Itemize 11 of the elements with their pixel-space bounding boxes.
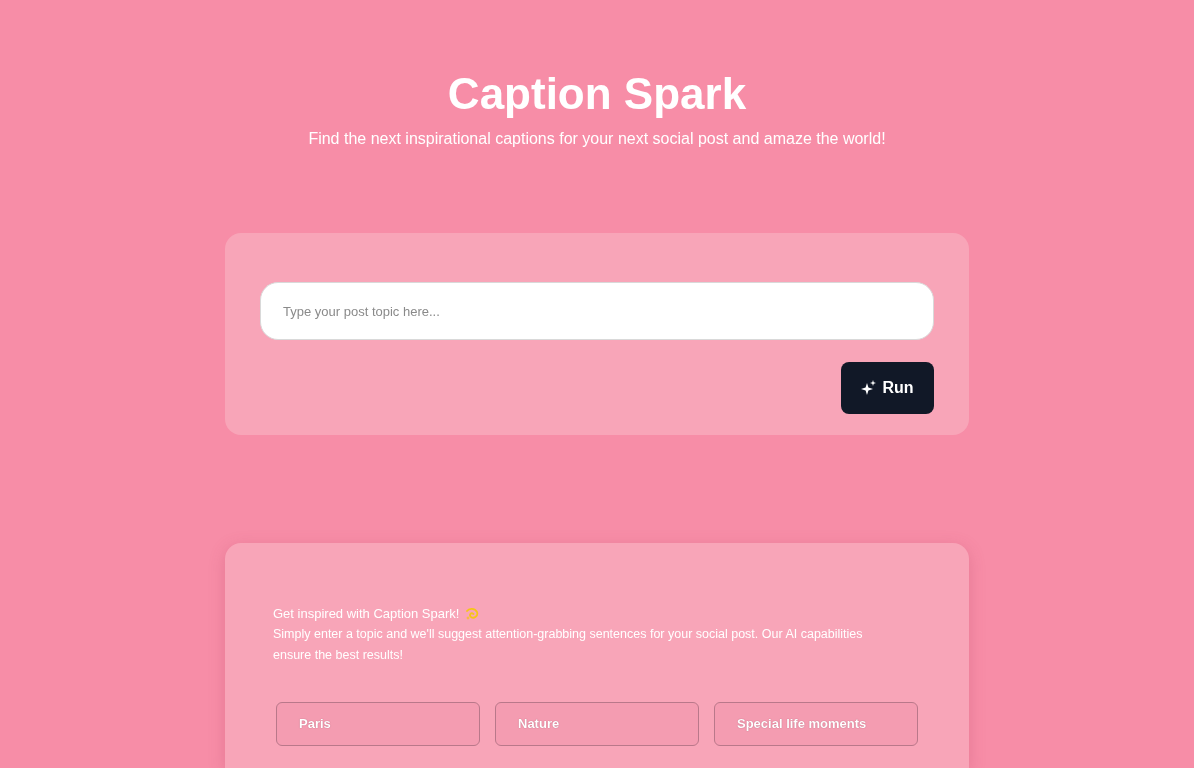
app-title: Caption Spark	[447, 68, 747, 120]
intro-text: Simply enter a topic and we'll suggest attention-grabbing sentences for your social post. Our AI capabilities ensure the best results!	[273, 626, 864, 664]
suggestion-button[interactable]: Paris	[276, 702, 480, 746]
sparkle-icon	[861, 380, 877, 396]
topic-input[interactable]: Type your post topic here...	[260, 282, 934, 340]
run-button[interactable]: Run	[841, 362, 934, 414]
app-subtitle: Find the next inspirational captions for your next social post and amaze the world!	[308, 129, 886, 149]
suggestion-button[interactable]: Nature	[495, 702, 699, 746]
intro-heading: Get inspired with Caption Spark!	[273, 605, 460, 623]
suggestion-button[interactable]: Special life moments	[714, 702, 918, 746]
swirl-icon	[465, 606, 480, 621]
